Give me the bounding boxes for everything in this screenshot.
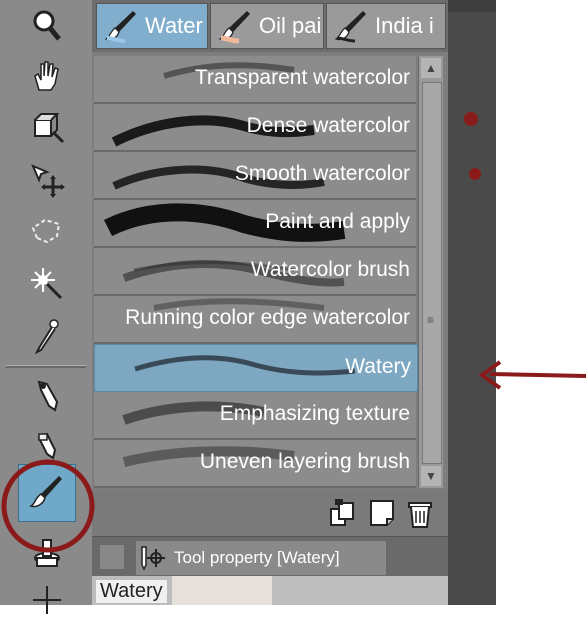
brush-name: Running color edge watercolor <box>125 306 410 329</box>
brush-list-scrollbar[interactable]: ▲ ≡ ▼ <box>418 56 443 488</box>
list-item[interactable]: Dense watercolor <box>94 104 416 152</box>
hand-icon[interactable] <box>14 54 80 98</box>
sub-tool-actions <box>92 490 448 536</box>
tool-property-title: Tool property [Watery] <box>174 548 340 567</box>
oil-brush-icon <box>218 11 250 44</box>
scroll-thumb[interactable]: ≡ <box>422 82 442 464</box>
panel-menu-icon[interactable] <box>100 545 124 569</box>
list-item[interactable]: Running color edge watercolor <box>94 296 416 344</box>
tool-property-body: Watery <box>92 576 448 605</box>
tool-property-name: Watery <box>96 580 167 603</box>
zoom-icon[interactable] <box>14 4 80 48</box>
lasso-icon[interactable] <box>14 210 80 254</box>
new-sub-tool-icon[interactable] <box>366 496 398 530</box>
tab-label: India i <box>375 13 434 38</box>
brush-name: Smooth watercolor <box>234 162 410 185</box>
move-layer-icon[interactable] <box>14 158 80 202</box>
list-item[interactable]: Emphasizing texture <box>94 392 416 440</box>
list-item[interactable]: Paint and apply <box>94 200 416 248</box>
grip-icon: ≡ <box>427 313 435 327</box>
watercolor-brush-icon <box>104 11 136 43</box>
brush-icon[interactable] <box>14 470 80 514</box>
tab-oil-paint[interactable]: Oil pai <box>210 3 324 49</box>
canvas-area[interactable] <box>448 0 496 605</box>
toolbar-divider <box>6 365 86 368</box>
tool-bar <box>0 0 93 614</box>
pencil-icon[interactable] <box>14 424 80 468</box>
stamp-icon[interactable] <box>14 530 80 574</box>
copy-sub-tool-icon[interactable] <box>326 496 358 530</box>
list-item[interactable]: Smooth watercolor <box>94 152 416 200</box>
tab-label: Water <box>145 13 203 38</box>
list-item[interactable]: Watery <box>94 344 418 392</box>
list-item[interactable]: Uneven layering brush <box>94 440 416 488</box>
tool-property-header: Tool property [Watery] <box>92 536 448 577</box>
pen-icon[interactable] <box>14 374 80 418</box>
scroll-down-button[interactable]: ▼ <box>421 466 441 486</box>
tab-india-ink[interactable]: India i <box>326 3 446 49</box>
magic-wand-icon[interactable] <box>14 262 80 306</box>
canvas-top-bar <box>448 0 496 12</box>
brush-name: Transparent watercolor <box>194 66 410 89</box>
operation-icon[interactable] <box>14 106 80 150</box>
sub-tool-tabs: Water Oil pai India i <box>92 0 448 52</box>
brush-name: Dense watercolor <box>246 114 410 137</box>
tab-tool-property[interactable]: Tool property [Watery] <box>136 541 386 575</box>
brush-name: Watery <box>345 355 411 378</box>
tab-label: Oil pai <box>259 13 322 38</box>
eyedropper-icon[interactable] <box>14 314 80 358</box>
ink-brush-icon <box>334 11 366 43</box>
brush-name: Uneven layering brush <box>199 450 410 473</box>
list-item[interactable]: Watercolor brush <box>94 248 416 296</box>
brush-name: Paint and apply <box>265 210 410 233</box>
tool-property-icon <box>141 546 165 571</box>
list-item[interactable]: Transparent watercolor <box>94 56 416 104</box>
decoration-icon[interactable] <box>14 578 80 622</box>
brush-list: Transparent watercolor Dense watercolor … <box>94 56 418 488</box>
brush-name: Watercolor brush <box>250 258 410 281</box>
brush-preview <box>172 576 272 605</box>
delete-sub-tool-icon[interactable] <box>404 496 436 530</box>
scroll-up-button[interactable]: ▲ <box>421 58 441 78</box>
sub-tool-panel: Water Oil pai India i Transparent waterc… <box>92 0 448 605</box>
page-margin <box>496 0 587 605</box>
brush-name: Emphasizing texture <box>219 402 410 425</box>
tab-watercolor[interactable]: Water <box>96 3 208 49</box>
